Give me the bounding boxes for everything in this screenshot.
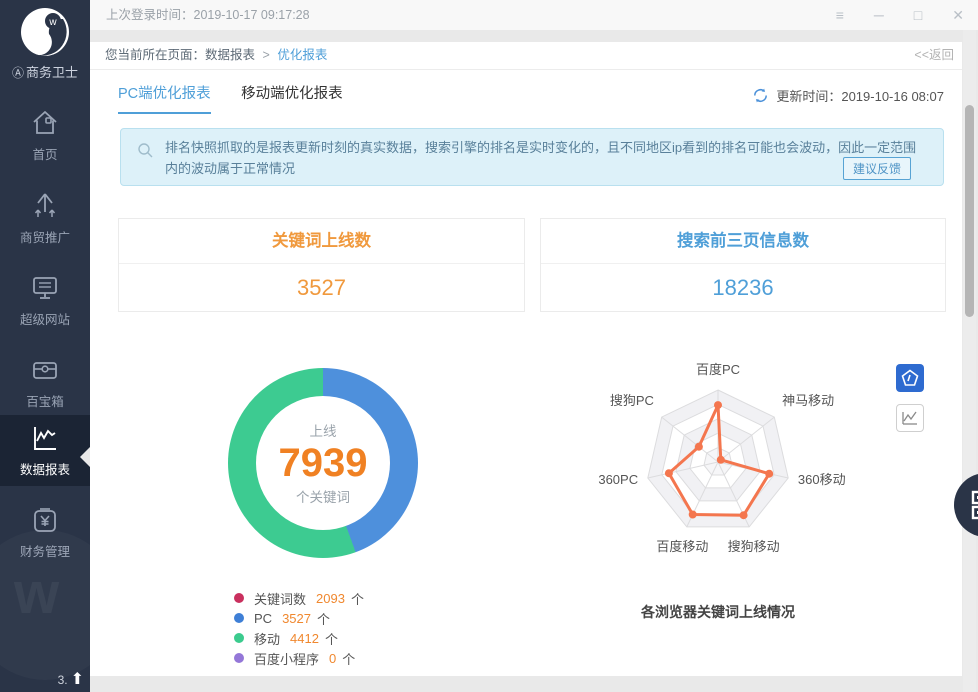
stat-card-title: 关键词上线数 bbox=[119, 219, 524, 264]
donut-center-value: 7939 bbox=[279, 440, 368, 486]
main-panel: 您当前所在页面：数据报表 > 优化报表 <<返回 PC端优化报表 移动端优化报表… bbox=[90, 42, 962, 676]
legend-unit: 个 bbox=[325, 629, 338, 648]
legend-unit: 个 bbox=[317, 609, 330, 628]
line-view-button[interactable] bbox=[896, 404, 924, 432]
radar-view-icon bbox=[901, 369, 919, 387]
update-time: 更新时间：2019-10-16 08:07 bbox=[776, 86, 944, 105]
svg-text:360移动: 360移动 bbox=[798, 472, 846, 487]
sidebar-item-promote[interactable]: 商贸推广 bbox=[0, 183, 90, 254]
qr-code-icon bbox=[971, 490, 978, 520]
brand-name: Ⓐ商务卫士 bbox=[0, 62, 90, 81]
line-view-icon bbox=[901, 409, 919, 427]
tab-mobile-report[interactable]: 移动端优化报表 bbox=[241, 82, 343, 112]
sidebar-item-home[interactable]: 首页 bbox=[0, 100, 90, 171]
legend-label: PC bbox=[254, 611, 272, 626]
svg-text:搜狗移动: 搜狗移动 bbox=[728, 539, 780, 554]
svg-text:百度移动: 百度移动 bbox=[656, 539, 708, 554]
app-window: w Ⓐ商务卫士 首页商贸推广超级网站百宝箱数据报表财务管理 w 3. ⬆ 上次登… bbox=[0, 0, 978, 692]
back-link[interactable]: <<返回 bbox=[914, 42, 954, 69]
legend-item[interactable]: 百度小程序 0个 bbox=[234, 648, 364, 668]
menu-icon[interactable]: ≡ bbox=[836, 8, 844, 22]
sidebar-item-label: 首页 bbox=[0, 144, 90, 163]
legend-item[interactable]: 移动 4412 个 bbox=[234, 628, 364, 648]
last-login-time: 上次登录时间：2019-10-17 09:17:28 bbox=[106, 0, 310, 30]
legend-dot bbox=[234, 653, 244, 663]
legend-item[interactable]: 关键词数 2093 个 bbox=[234, 588, 364, 608]
legend-label: 百度小程序 bbox=[254, 649, 319, 668]
notice-text: 排名快照抓取的是报表更新时刻的真实数据，搜索引擎的排名是实时变化的，且不同地区i… bbox=[165, 137, 925, 179]
sidebar-footer-text: 3. bbox=[58, 673, 68, 687]
minimize-icon[interactable]: ─ bbox=[874, 8, 884, 22]
legend-value: 3527 bbox=[282, 611, 311, 626]
website-icon bbox=[0, 273, 90, 303]
svg-text:360PC: 360PC bbox=[598, 472, 638, 487]
watermark-letter: w bbox=[14, 560, 59, 627]
feedback-button[interactable]: 建议反馈 bbox=[843, 157, 911, 180]
scrollbar-thumb[interactable] bbox=[965, 105, 974, 317]
legend-value: 4412 bbox=[290, 631, 319, 646]
svg-text:w: w bbox=[48, 17, 57, 28]
search-icon bbox=[137, 142, 154, 159]
sidebar-item-website[interactable]: 超级网站 bbox=[0, 265, 90, 336]
breadcrumb-separator: > bbox=[263, 48, 270, 62]
legend-item[interactable]: PC 3527 个 bbox=[234, 608, 364, 628]
breadcrumb: 您当前所在页面：数据报表 > 优化报表 <<返回 bbox=[90, 42, 962, 70]
donut-center-label-top: 上线 bbox=[310, 420, 337, 440]
legend-unit: 个 bbox=[351, 589, 364, 608]
promote-icon bbox=[0, 191, 90, 221]
toolbox-icon bbox=[0, 355, 90, 385]
legend-label: 关键词数 bbox=[254, 589, 306, 608]
donut-legend: 关键词数2093个PC3527个移动4412个百度小程序0个 bbox=[234, 588, 364, 668]
legend-value: 2093 bbox=[316, 591, 345, 606]
radar-chart-title: 各浏览器关键词上线情况 bbox=[568, 602, 868, 622]
active-item-notch bbox=[70, 447, 90, 467]
svg-text:百度PC: 百度PC bbox=[696, 362, 740, 377]
sidebar-item-label: 超级网站 bbox=[0, 309, 90, 328]
scrollbar-track[interactable] bbox=[963, 30, 976, 692]
brand-badge-icon: Ⓐ bbox=[12, 66, 24, 80]
legend-dot bbox=[234, 633, 244, 643]
breadcrumb-current-link[interactable]: 优化报表 bbox=[277, 48, 327, 62]
notice-banner: 排名快照抓取的是报表更新时刻的真实数据，搜索引擎的排名是实时变化的，且不同地区i… bbox=[120, 128, 944, 186]
titlebar: 上次登录时间：2019-10-17 09:17:28 ≡ ─ □ ✕ bbox=[90, 0, 978, 30]
stat-card-title: 搜索前三页信息数 bbox=[541, 219, 945, 264]
breadcrumb-section: 数据报表 bbox=[205, 48, 255, 62]
stat-card-keywords-online: 关键词上线数 3527 bbox=[118, 218, 525, 312]
home-icon bbox=[0, 108, 90, 138]
legend-dot bbox=[234, 593, 244, 603]
sidebar-item-label: 商贸推广 bbox=[0, 227, 90, 246]
legend-unit: 个 bbox=[342, 649, 355, 668]
tab-pc-report[interactable]: PC端优化报表 bbox=[118, 82, 211, 114]
close-icon[interactable]: ✕ bbox=[952, 8, 964, 22]
legend-value: 0 bbox=[329, 651, 336, 666]
stat-card-value: 18236 bbox=[541, 264, 945, 312]
svg-text:搜狗PC: 搜狗PC bbox=[610, 393, 654, 408]
svg-text:神马移动: 神马移动 bbox=[782, 393, 834, 408]
brand-logo-icon: w bbox=[19, 6, 71, 58]
refresh-icon[interactable] bbox=[752, 87, 769, 104]
sidebar: w Ⓐ商务卫士 首页商贸推广超级网站百宝箱数据报表财务管理 w 3. ⬆ bbox=[0, 0, 90, 692]
sidebar-item-label: 百宝箱 bbox=[0, 391, 90, 410]
legend-dot bbox=[234, 613, 244, 623]
donut-center-label-bottom: 个关键词 bbox=[296, 486, 350, 506]
stat-card-top3-info: 搜索前三页信息数 18236 bbox=[540, 218, 946, 312]
maximize-icon[interactable]: □ bbox=[914, 8, 922, 22]
breadcrumb-prefix: 您当前所在页面： bbox=[105, 48, 205, 62]
stat-card-value: 3527 bbox=[119, 264, 524, 312]
donut-chart: 上线 7939 个关键词 bbox=[228, 368, 418, 558]
sidebar-item-toolbox[interactable]: 百宝箱 bbox=[0, 347, 90, 418]
legend-label: 移动 bbox=[254, 629, 280, 648]
radar-view-button[interactable] bbox=[896, 364, 924, 392]
back-to-top-icon[interactable]: ⬆ bbox=[71, 672, 84, 688]
radar-chart: 百度PC 神马移动 360移动搜狗移动 百度移动 360PC 搜狗PC bbox=[568, 352, 868, 587]
